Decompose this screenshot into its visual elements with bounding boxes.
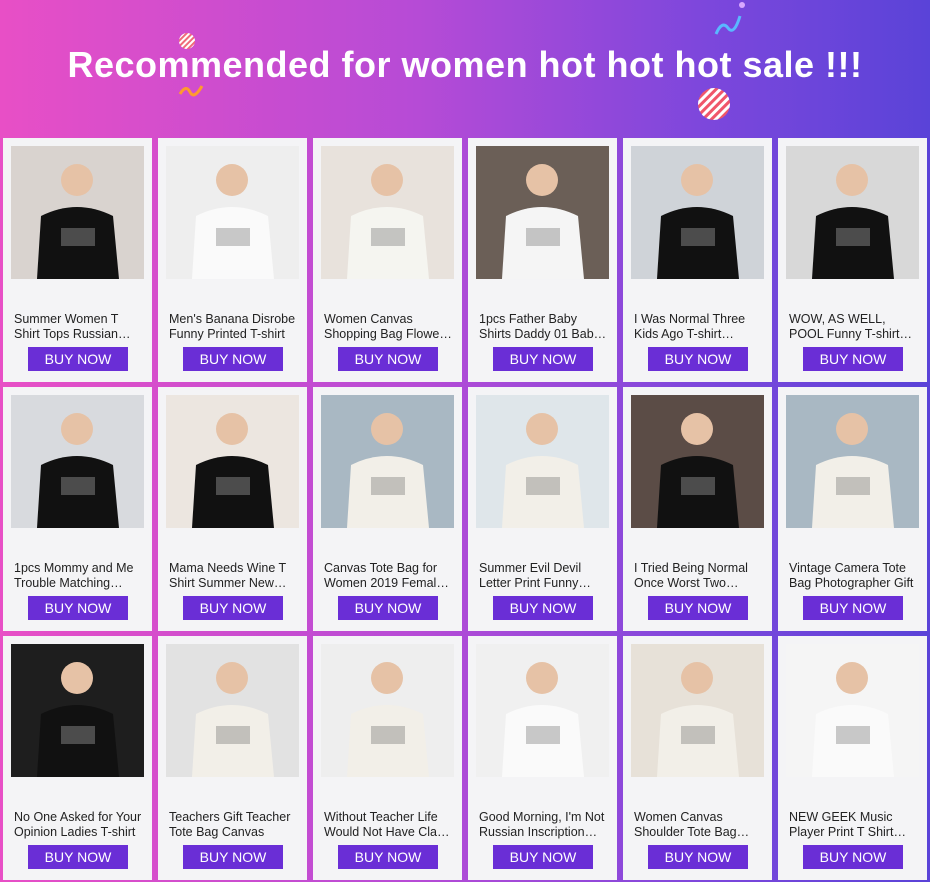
buy-now-button[interactable]: BUY NOW bbox=[648, 845, 748, 869]
product-card[interactable]: Vintage Camera Tote Bag Photographer Gif… bbox=[778, 387, 927, 631]
buy-now-button[interactable]: BUY NOW bbox=[338, 347, 438, 371]
product-image[interactable] bbox=[166, 644, 299, 777]
product-card[interactable]: No One Asked for Your Opinion Ladies T-s… bbox=[3, 636, 152, 880]
product-card[interactable]: Women Canvas Shoulder Tote Bag Printed BU… bbox=[623, 636, 772, 880]
product-image[interactable] bbox=[476, 644, 609, 777]
product-image[interactable] bbox=[321, 395, 454, 528]
buy-now-button[interactable]: BUY NOW bbox=[28, 347, 128, 371]
product-card[interactable]: Good Morning, I'm Not Russian Inscriptio… bbox=[468, 636, 617, 880]
product-title[interactable]: NEW GEEK Music Player Print T Shirt Men bbox=[789, 810, 917, 840]
product-title[interactable]: Women Canvas Shopping Bag Flower Print bbox=[324, 312, 452, 342]
product-card[interactable]: 1pcs Mommy and Me Trouble Matching Shirt… bbox=[3, 387, 152, 631]
product-image[interactable] bbox=[321, 146, 454, 279]
buy-now-button[interactable]: BUY NOW bbox=[803, 347, 903, 371]
buy-now-button[interactable]: BUY NOW bbox=[803, 845, 903, 869]
buy-now-button[interactable]: BUY NOW bbox=[648, 347, 748, 371]
buy-now-button[interactable]: BUY NOW bbox=[183, 596, 283, 620]
product-title[interactable]: 1pcs Mommy and Me Trouble Matching Shirt… bbox=[14, 561, 142, 591]
product-card[interactable]: Summer Evil Devil Letter Print Funny Can… bbox=[468, 387, 617, 631]
product-image[interactable] bbox=[11, 395, 144, 528]
product-title[interactable]: Good Morning, I'm Not Russian Inscriptio… bbox=[479, 810, 607, 840]
product-card[interactable]: Summer Women T Shirt Tops Russian Letter… bbox=[3, 138, 152, 382]
product-title[interactable]: Vintage Camera Tote Bag Photographer Gif… bbox=[789, 561, 917, 591]
product-title[interactable]: Men's Banana Disrobe Funny Printed T-shi… bbox=[169, 312, 297, 342]
product-card[interactable]: Without Teacher Life Would Not Have Clas… bbox=[313, 636, 462, 880]
product-title[interactable]: 1pcs Father Baby Shirts Daddy 01 Baby 01 bbox=[479, 312, 607, 342]
product-title[interactable]: I Tried Being Normal Once Worst Two Minu… bbox=[634, 561, 762, 591]
buy-now-button[interactable]: BUY NOW bbox=[493, 596, 593, 620]
product-card[interactable]: Women Canvas Shopping Bag Flower Print BU… bbox=[313, 138, 462, 382]
buy-now-button[interactable]: BUY NOW bbox=[493, 347, 593, 371]
product-card[interactable]: Canvas Tote Bag for Women 2019 Female Pr… bbox=[313, 387, 462, 631]
promo-banner: Recommended for women hot hot hot sale !… bbox=[0, 0, 930, 138]
buy-now-button[interactable]: BUY NOW bbox=[183, 347, 283, 371]
product-title[interactable]: Teachers Gift Teacher Tote Bag Canvas bbox=[169, 810, 297, 840]
product-image[interactable] bbox=[11, 644, 144, 777]
product-title[interactable]: Summer Evil Devil Letter Print Funny Can… bbox=[479, 561, 607, 591]
buy-now-button[interactable]: BUY NOW bbox=[493, 845, 593, 869]
striped-balloon-icon bbox=[698, 88, 730, 120]
product-title[interactable]: Summer Women T Shirt Tops Russian Letter… bbox=[14, 312, 142, 342]
buy-now-button[interactable]: BUY NOW bbox=[648, 596, 748, 620]
product-card[interactable]: Mama Needs Wine T Shirt Summer New Women… bbox=[158, 387, 307, 631]
product-grid: Summer Women T Shirt Tops Russian Letter… bbox=[3, 138, 927, 880]
product-card[interactable]: Teachers Gift Teacher Tote Bag Canvas BUY… bbox=[158, 636, 307, 880]
dot-icon bbox=[739, 2, 745, 8]
product-card[interactable]: I Was Normal Three Kids Ago T-shirt Casu… bbox=[623, 138, 772, 382]
product-image[interactable] bbox=[631, 644, 764, 777]
product-image[interactable] bbox=[321, 644, 454, 777]
product-image[interactable] bbox=[631, 395, 764, 528]
product-image[interactable] bbox=[11, 146, 144, 279]
product-image[interactable] bbox=[166, 146, 299, 279]
product-card[interactable]: Men's Banana Disrobe Funny Printed T-shi… bbox=[158, 138, 307, 382]
product-card[interactable]: NEW GEEK Music Player Print T Shirt Men B… bbox=[778, 636, 927, 880]
buy-now-button[interactable]: BUY NOW bbox=[183, 845, 283, 869]
product-title[interactable]: Without Teacher Life Would Not Have Clas… bbox=[324, 810, 452, 840]
buy-now-button[interactable]: BUY NOW bbox=[28, 596, 128, 620]
product-card[interactable]: I Tried Being Normal Once Worst Two Minu… bbox=[623, 387, 772, 631]
product-title[interactable]: Women Canvas Shoulder Tote Bag Printed bbox=[634, 810, 762, 840]
product-image[interactable] bbox=[786, 146, 919, 279]
product-image[interactable] bbox=[786, 644, 919, 777]
buy-now-button[interactable]: BUY NOW bbox=[28, 845, 128, 869]
banner-title: Recommended for women hot hot hot sale !… bbox=[67, 44, 863, 85]
product-image[interactable] bbox=[166, 395, 299, 528]
buy-now-button[interactable]: BUY NOW bbox=[338, 596, 438, 620]
streamer-icon bbox=[714, 15, 742, 35]
product-title[interactable]: Canvas Tote Bag for Women 2019 Female Pr… bbox=[324, 561, 452, 591]
product-image[interactable] bbox=[786, 395, 919, 528]
product-title[interactable]: Mama Needs Wine T Shirt Summer New Women bbox=[169, 561, 297, 591]
product-image[interactable] bbox=[476, 146, 609, 279]
buy-now-button[interactable]: BUY NOW bbox=[338, 845, 438, 869]
product-title[interactable]: No One Asked for Your Opinion Ladies T-s… bbox=[14, 810, 142, 840]
product-image[interactable] bbox=[476, 395, 609, 528]
product-image[interactable] bbox=[631, 146, 764, 279]
product-card[interactable]: WOW, AS WELL, POOL Funny T-shirt Women BU… bbox=[778, 138, 927, 382]
product-title[interactable]: WOW, AS WELL, POOL Funny T-shirt Women bbox=[789, 312, 917, 342]
buy-now-button[interactable]: BUY NOW bbox=[803, 596, 903, 620]
product-title[interactable]: I Was Normal Three Kids Ago T-shirt Casu… bbox=[634, 312, 762, 342]
product-card[interactable]: 1pcs Father Baby Shirts Daddy 01 Baby 01… bbox=[468, 138, 617, 382]
